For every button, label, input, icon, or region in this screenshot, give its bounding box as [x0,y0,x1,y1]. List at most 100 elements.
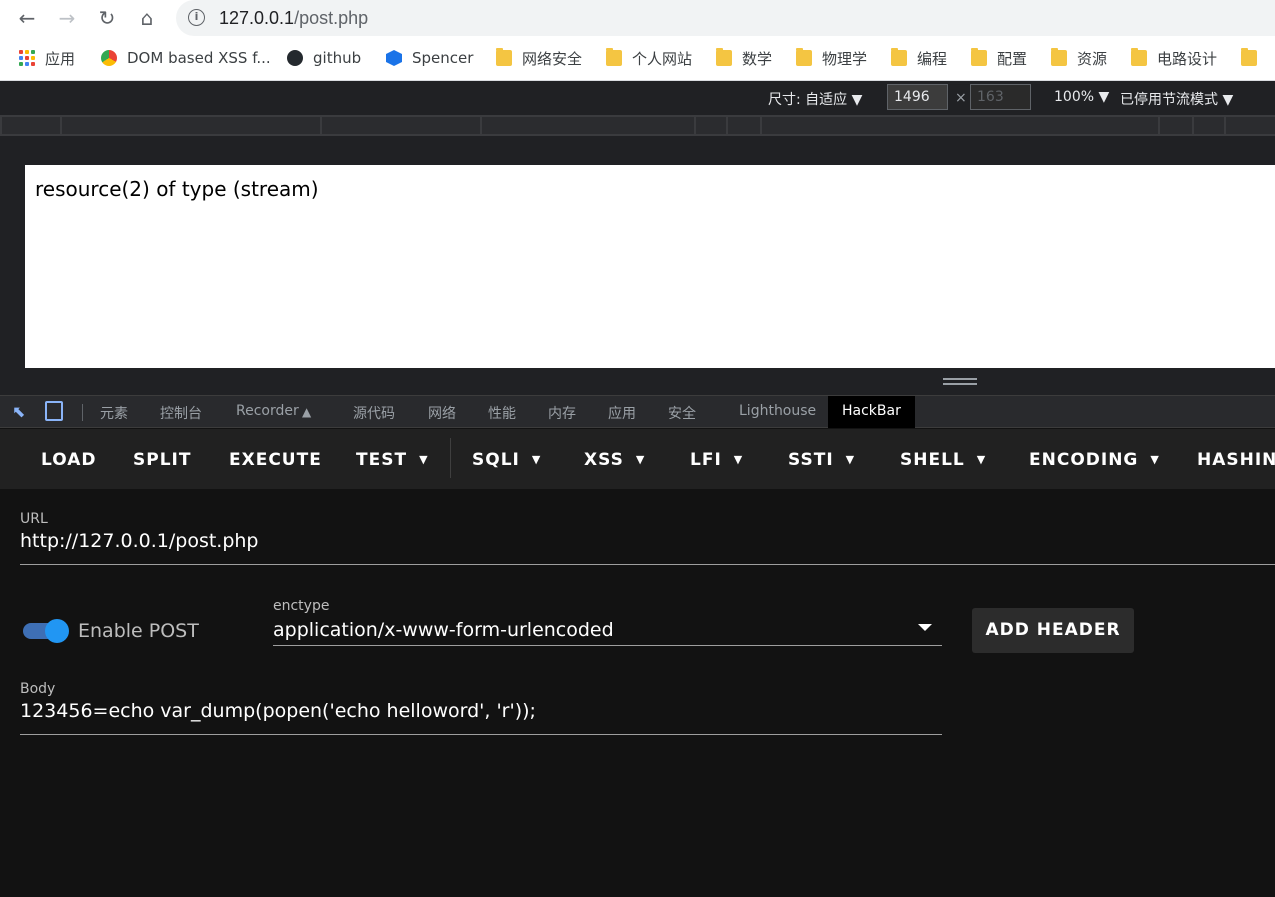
sqli-menu-button[interactable]: SQLI ▼ [472,450,541,470]
bookmarks-bar: 应用 DOM based XSS f... github Spencer 网络安… [0,36,1275,81]
tab-performance[interactable]: 性能 [488,403,516,423]
home-icon[interactable]: ⌂ [134,5,160,31]
tab-network[interactable]: 网络 [428,403,456,423]
caret-down-icon: ▼ [1150,453,1160,466]
ssti-menu-button[interactable]: SSTI ▼ [788,450,855,470]
tab-hackbar[interactable]: HackBar [828,396,915,428]
tab-lighthouse[interactable]: Lighthouse [739,403,816,419]
device-toggle-icon[interactable] [45,401,63,421]
inspect-element-icon[interactable]: ⬉ [12,402,25,421]
chrome-icon [101,50,117,66]
body-field-label: Body [20,681,56,697]
test-menu-button[interactable]: TEST ▼ [356,450,429,470]
bookmark-dom-xss[interactable]: DOM based XSS f... [101,48,271,68]
load-label: LOAD [41,450,97,470]
sqli-label: SQLI [472,450,520,470]
devtools-tabbar: ⬉ 元素 控制台 Recorder ▲ 源代码 网络 性能 内存 应用 安全 L… [0,395,1275,428]
lfi-label: LFI [690,450,722,470]
folder-icon [1051,48,1067,66]
bookmark-label: 编程 [917,49,948,68]
dropdown-arrow-icon[interactable] [918,624,932,631]
bookmark-github[interactable]: github [287,48,361,68]
bookmark-label: 配置 [997,49,1028,68]
viewport-resize-handle[interactable] [943,378,977,386]
url-field[interactable]: http://127.0.0.1/post.php [20,530,259,552]
caret-down-icon: ▼ [976,453,987,466]
width-input[interactable]: 1496 [887,84,948,110]
address-bar-row: ← → ↻ ⌂ i 127.0.0.1/post.php [0,0,1275,36]
bookmark-folder[interactable]: 配置 [971,48,1027,68]
flask-icon: ▲ [302,405,312,419]
load-button[interactable]: LOAD [41,450,97,470]
tab-elements[interactable]: 元素 [100,403,128,423]
tab-console[interactable]: 控制台 [160,403,202,423]
folder-icon [606,48,622,66]
page-viewport: resource(2) of type (stream) [25,165,1275,368]
execute-button[interactable]: EXECUTE [229,450,322,470]
caret-down-icon: ▼ [635,453,646,466]
page-output: resource(2) of type (stream) [35,177,319,201]
bookmark-spencer[interactable]: Spencer [386,48,473,68]
site-info-icon[interactable]: i [188,9,205,26]
url-field-label: URL [20,511,48,527]
height-input[interactable]: 163 [970,84,1031,110]
device-toolbar: 尺寸: 自适应 ▼ 1496 × 163 100% ▼ 已停用节流模式 ▼ [0,81,1275,115]
body-field[interactable]: 123456=echo var_dump(popen('echo hellowo… [20,700,536,722]
bookmark-folder[interactable]: 数学 [716,48,772,68]
toggle-knob [45,619,69,643]
dimensions-select[interactable]: 尺寸: 自适应 ▼ [768,89,862,109]
throttle-select[interactable]: 已停用节流模式 ▼ [1120,89,1233,109]
forward-arrow-icon[interactable]: → [54,5,80,31]
hackbar-menu: LOAD SPLIT EXECUTE TEST ▼ SQLI ▼ XSS ▼ LFI ▼… [0,429,1275,489]
enctype-underline [273,645,942,646]
bookmark-apps[interactable]: 应用 [19,48,75,68]
add-header-button[interactable]: ADD HEADER [972,608,1134,653]
split-button[interactable]: SPLIT [133,450,191,470]
bookmark-label: 个人网站 [632,49,693,68]
tab-sources[interactable]: 源代码 [353,403,395,423]
shell-menu-button[interactable]: SHELL ▼ [900,450,986,470]
xss-label: XSS [584,450,624,470]
url-host: 127.0.0.1 [219,8,295,28]
github-icon [287,50,303,66]
tab-memory[interactable]: 内存 [548,403,576,423]
bookmark-label: github [313,49,362,67]
zoom-select[interactable]: 100% ▼ [1054,89,1109,105]
bookmark-folder-overflow[interactable] [1241,48,1267,68]
enctype-label: enctype [273,598,330,614]
lfi-menu-button[interactable]: LFI ▼ [690,450,743,470]
caret-down-icon: ▼ [733,453,744,466]
hashing-menu-button[interactable]: HASHING [1197,450,1275,470]
enctype-select[interactable]: application/x-www-form-urlencoded [273,619,614,641]
encoding-label: ENCODING [1029,450,1139,470]
folder-icon [716,48,732,66]
encoding-menu-button[interactable]: ENCODING ▼ [1029,450,1160,470]
bookmark-folder[interactable]: 个人网站 [606,48,692,68]
bookmark-label: Spencer [412,49,474,67]
enable-post-toggle[interactable] [23,619,71,643]
bookmark-label: DOM based XSS f... [127,49,271,67]
bookmark-folder[interactable]: 电路设计 [1131,48,1217,68]
folder-icon [496,48,512,66]
bookmark-folder[interactable]: 资源 [1051,48,1107,68]
omnibox[interactable]: i 127.0.0.1/post.php [176,0,1275,36]
bookmark-folder[interactable]: 网络安全 [496,48,582,68]
caret-down-icon: ▼ [845,453,856,466]
xss-menu-button[interactable]: XSS ▼ [584,450,645,470]
tab-application[interactable]: 应用 [608,403,636,423]
bookmark-label: 资源 [1077,49,1108,68]
enable-post-label: Enable POST [78,620,199,642]
reload-icon[interactable]: ↻ [94,5,120,31]
tab-recorder[interactable]: Recorder [236,403,299,419]
folder-icon [1241,48,1257,66]
back-arrow-icon[interactable]: ← [14,5,40,31]
bookmark-folder[interactable]: 编程 [891,48,947,68]
bookmark-folder[interactable]: 物理学 [796,48,867,68]
media-query-ruler [0,115,1275,136]
body-field-underline [20,734,942,735]
menu-divider [450,438,451,478]
apps-icon [19,50,35,66]
tab-security[interactable]: 安全 [668,403,696,423]
omnibox-url[interactable]: 127.0.0.1/post.php [219,8,368,29]
folder-icon [891,48,907,66]
